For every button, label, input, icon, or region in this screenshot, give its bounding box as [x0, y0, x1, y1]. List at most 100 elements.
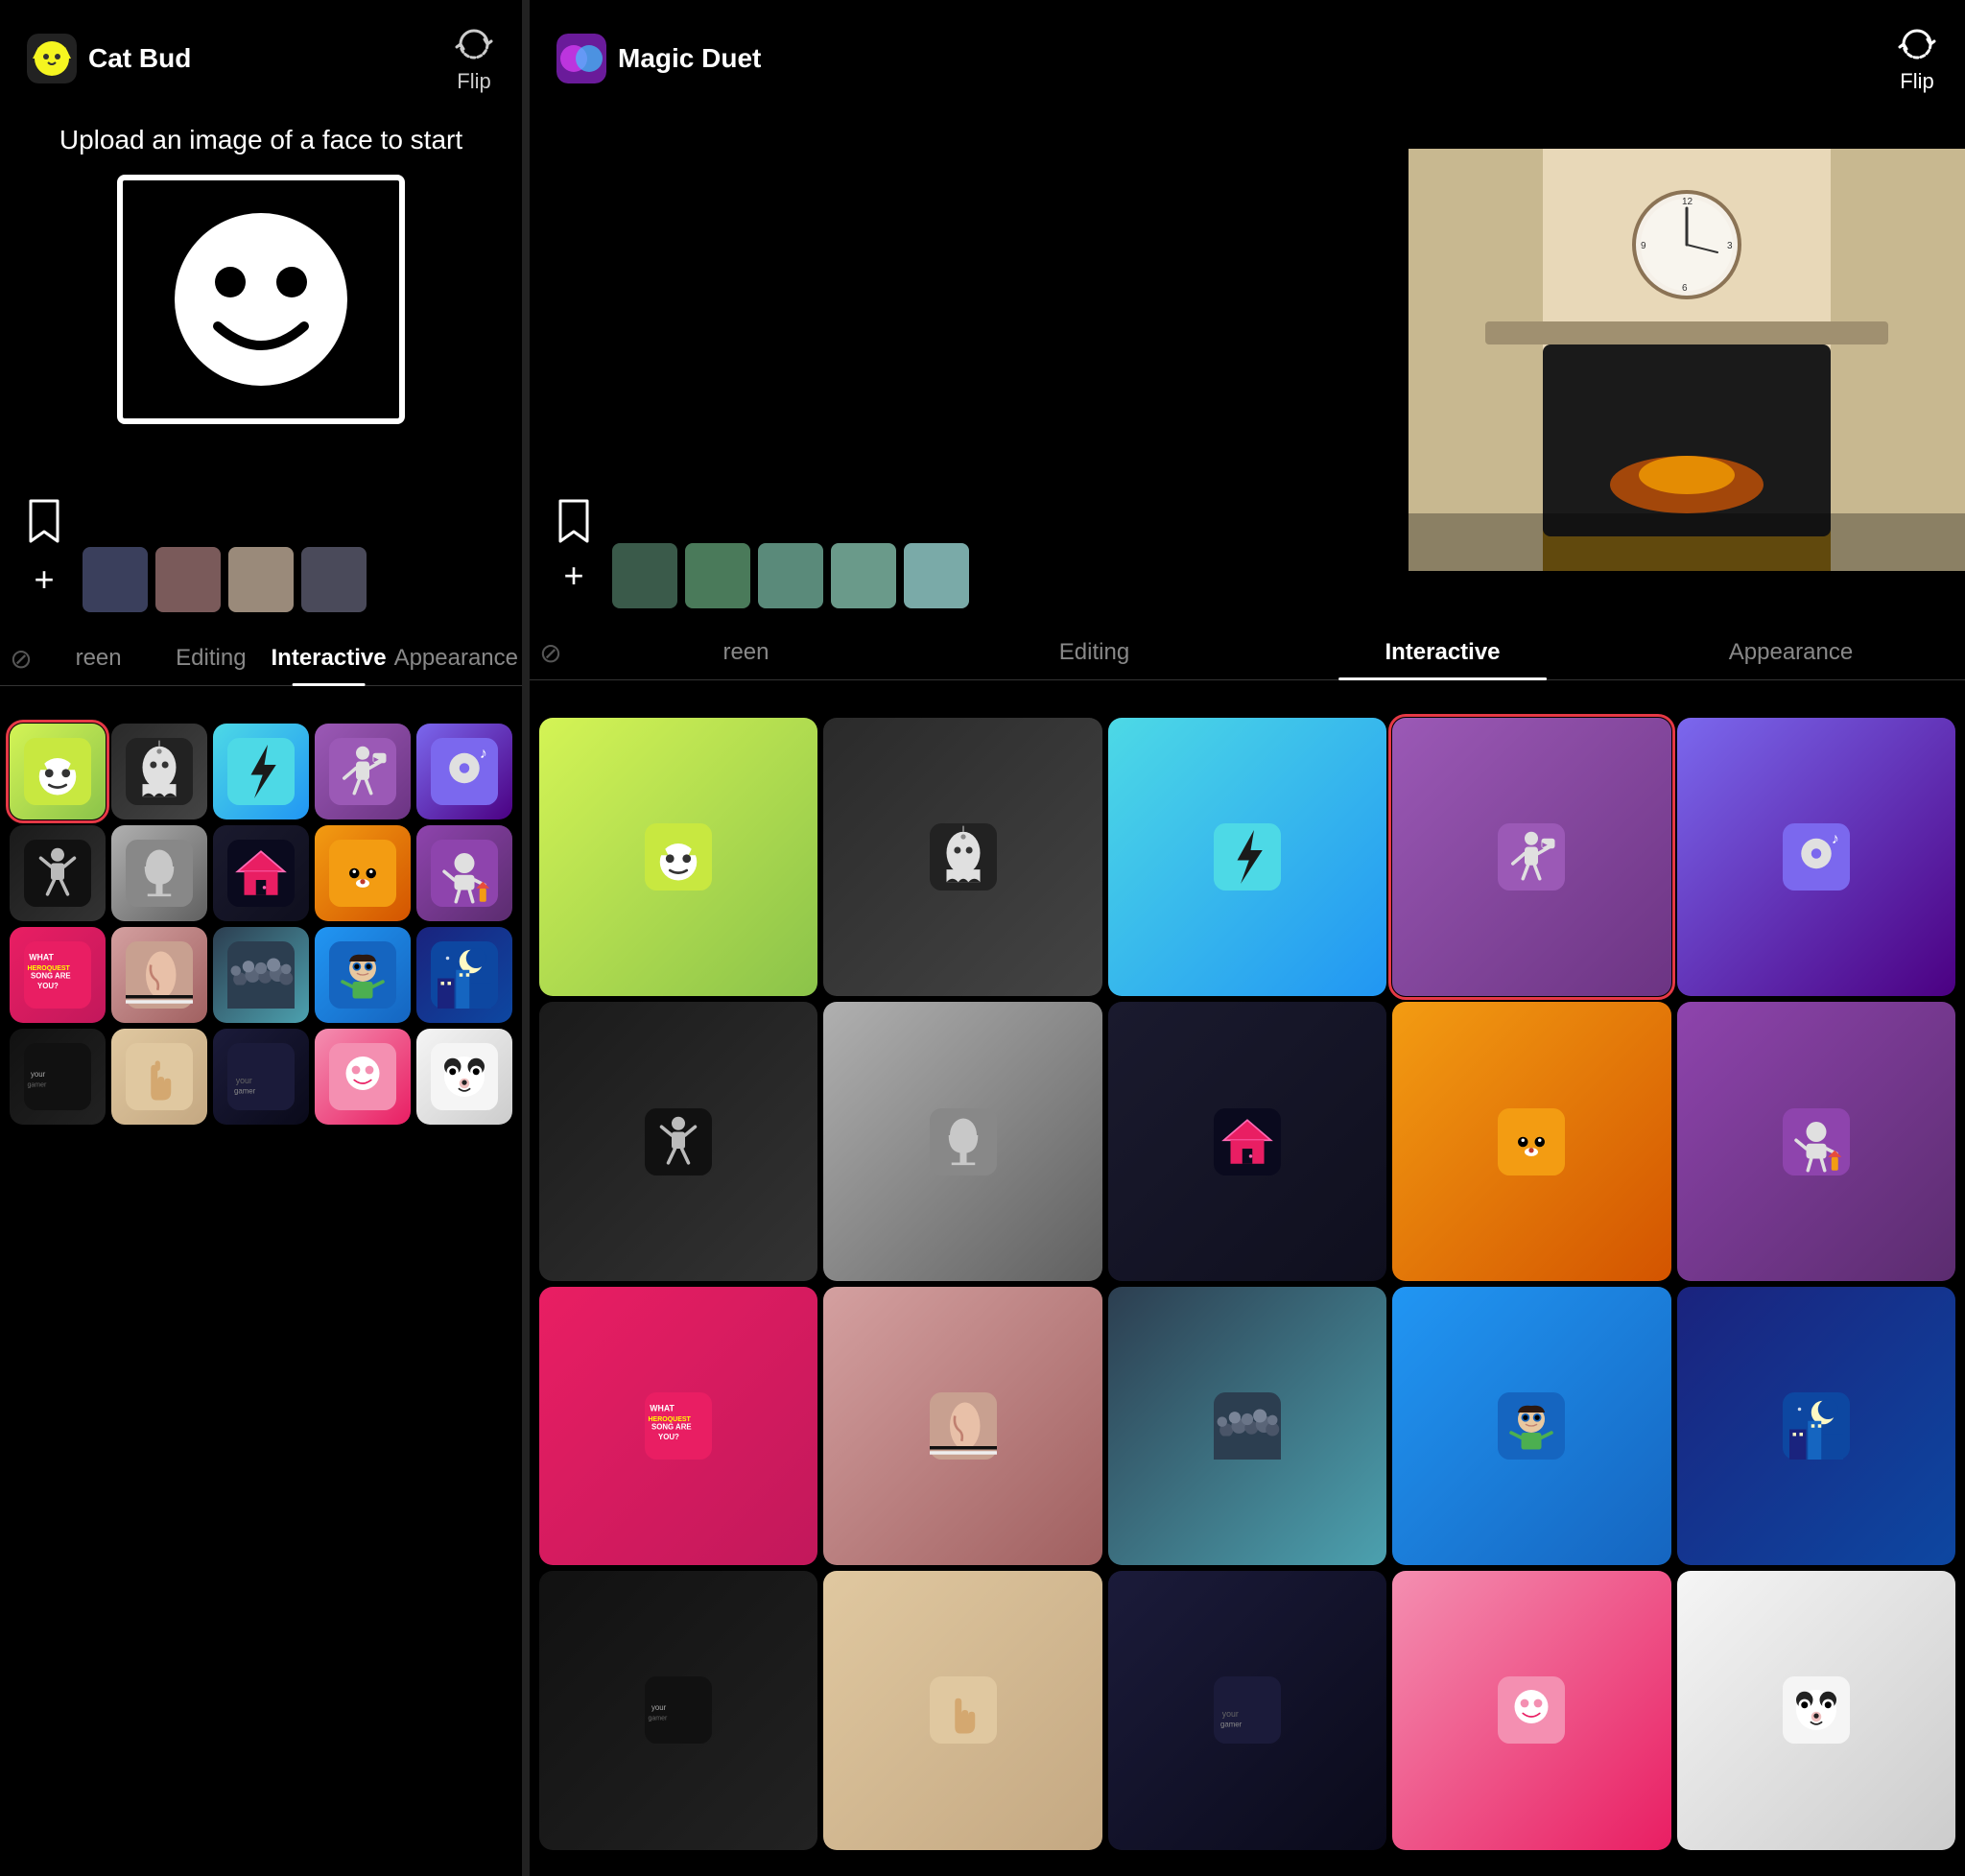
right-effect-athlete[interactable]	[539, 1002, 817, 1280]
svg-text:your: your	[651, 1703, 667, 1712]
left-tab-green[interactable]: reen	[42, 631, 154, 685]
right-thumb-4[interactable]	[831, 543, 896, 608]
left-effect-mic[interactable]	[111, 825, 207, 921]
right-effect-moon[interactable]	[1677, 1287, 1955, 1565]
left-thumb-1[interactable]	[83, 547, 148, 612]
left-effect-catbud[interactable]	[10, 724, 106, 819]
right-thumb-3[interactable]	[758, 543, 823, 608]
left-effect-house[interactable]	[213, 825, 309, 921]
right-tab-green[interactable]: reen	[572, 626, 920, 679]
left-flip-label: Flip	[457, 69, 490, 94]
right-effect-anime[interactable]	[1392, 1287, 1670, 1565]
left-add-button[interactable]: +	[15, 551, 73, 608]
right-app-info: Magic Duet	[556, 34, 761, 83]
right-effect-music[interactable]: ♪	[1677, 718, 1955, 996]
left-effect-heroquest[interactable]: WHAT HEROQUEST SONG ARE YOU?	[10, 927, 106, 1023]
right-filter-thumbs	[612, 543, 969, 608]
svg-text:▶: ▶	[373, 757, 379, 764]
right-effect-pink[interactable]	[1392, 1571, 1670, 1849]
left-thumb-4[interactable]	[301, 547, 367, 612]
left-tab-interactive[interactable]: Interactive	[268, 631, 391, 685]
svg-text:gamer: gamer	[28, 1082, 48, 1089]
left-effect-purple[interactable]	[416, 825, 512, 921]
right-effect-hand[interactable]	[823, 1571, 1101, 1849]
left-tab-no[interactable]: ⊘	[0, 643, 42, 675]
svg-text:gamer: gamer	[1220, 1721, 1243, 1729]
left-effect-moon[interactable]	[416, 927, 512, 1023]
left-effect-gamer[interactable]: your gamer	[213, 1029, 309, 1125]
right-header: Magic Duet Flip	[530, 0, 1965, 106]
left-effect-hand[interactable]	[111, 1029, 207, 1125]
left-effect-pink[interactable]	[315, 1029, 411, 1125]
right-thumb-2[interactable]	[685, 543, 750, 608]
left-tab-appearance[interactable]: Appearance	[391, 631, 522, 685]
svg-text:♪: ♪	[1832, 831, 1839, 847]
svg-text:6: 6	[1682, 283, 1688, 294]
left-effect-ear[interactable]	[111, 927, 207, 1023]
left-filter-thumbs	[83, 547, 367, 612]
left-filter-bar: +	[0, 547, 522, 612]
svg-text:WHAT: WHAT	[29, 952, 54, 962]
right-bookmark[interactable]	[556, 499, 591, 548]
svg-text:gamer: gamer	[234, 1087, 256, 1096]
left-upload-label: Upload an image of a face to start	[0, 125, 522, 155]
right-effect-ear[interactable]	[823, 1287, 1101, 1565]
right-effects-grid: ▶ ♪	[530, 710, 1965, 1858]
right-effect-panda[interactable]	[1677, 1571, 1955, 1849]
right-flip-button[interactable]: Flip	[1896, 23, 1938, 94]
right-tab-bar: ⊘ reen Editing Interactive Appearance	[530, 626, 1965, 680]
right-effect-gamer[interactable]: your gamer	[1108, 1571, 1386, 1849]
right-app-name: Magic Duet	[618, 43, 761, 74]
left-effect-ghost[interactable]	[111, 724, 207, 819]
left-thumb-3[interactable]	[228, 547, 294, 612]
right-effect-dancer[interactable]: ▶	[1392, 718, 1670, 996]
right-tab-interactive[interactable]: Interactive	[1268, 626, 1617, 679]
panel-divider	[522, 0, 530, 1876]
right-tab-appearance[interactable]: Appearance	[1617, 626, 1965, 679]
svg-text:your: your	[1222, 1709, 1239, 1719]
svg-text:your: your	[236, 1076, 252, 1085]
left-panel: Cat Bud Flip Upload an image of a face t…	[0, 0, 522, 1876]
svg-text:your: your	[31, 1070, 46, 1079]
right-camera-preview: 12 3 6 9	[1409, 149, 1965, 571]
left-effect-your[interactable]: your gamer	[10, 1029, 106, 1125]
left-tab-editing[interactable]: Editing	[154, 631, 267, 685]
left-header: Cat Bud Flip	[0, 0, 522, 106]
left-effect-fox[interactable]	[315, 825, 411, 921]
right-add-button[interactable]: +	[545, 547, 603, 605]
left-effect-athlete[interactable]	[10, 825, 106, 921]
right-effect-ghost[interactable]	[823, 718, 1101, 996]
right-effect-purple[interactable]	[1677, 1002, 1955, 1280]
right-tab-no[interactable]: ⊘	[530, 637, 572, 669]
left-effect-music[interactable]: ♪	[416, 724, 512, 819]
left-bookmark[interactable]	[27, 499, 61, 548]
left-effect-dancer[interactable]: ▶	[315, 724, 411, 819]
right-thumb-5[interactable]	[904, 543, 969, 608]
right-effect-mic[interactable]	[823, 1002, 1101, 1280]
right-thumb-1[interactable]	[612, 543, 677, 608]
right-effect-catbud[interactable]	[539, 718, 817, 996]
svg-text:♪: ♪	[480, 746, 487, 762]
left-flip-button[interactable]: Flip	[453, 23, 495, 94]
right-effect-crowd[interactable]	[1108, 1287, 1386, 1565]
left-app-name: Cat Bud	[88, 43, 191, 74]
right-panel: Magic Duet Flip	[530, 0, 1965, 1876]
right-filter-bar: +	[530, 543, 1965, 608]
right-effect-fox[interactable]	[1392, 1002, 1670, 1280]
left-face-placeholder[interactable]	[117, 175, 405, 424]
right-flip-label: Flip	[1900, 69, 1933, 94]
right-effect-your[interactable]: your gamer	[539, 1571, 817, 1849]
right-tab-editing[interactable]: Editing	[920, 626, 1268, 679]
svg-text:YOU?: YOU?	[658, 1433, 679, 1441]
right-effect-house[interactable]	[1108, 1002, 1386, 1280]
left-thumb-2[interactable]	[155, 547, 221, 612]
svg-text:▶: ▶	[1543, 843, 1549, 849]
right-effect-lightning[interactable]	[1108, 718, 1386, 996]
left-effect-anime[interactable]	[315, 927, 411, 1023]
left-effect-panda[interactable]	[416, 1029, 512, 1125]
right-effect-heroquest[interactable]: WHAT HEROQUEST SONG ARE YOU?	[539, 1287, 817, 1565]
svg-text:SONG ARE: SONG ARE	[31, 972, 71, 981]
left-effect-lightning[interactable]	[213, 724, 309, 819]
left-effect-crowd[interactable]	[213, 927, 309, 1023]
left-app-info: Cat Bud	[27, 34, 191, 83]
